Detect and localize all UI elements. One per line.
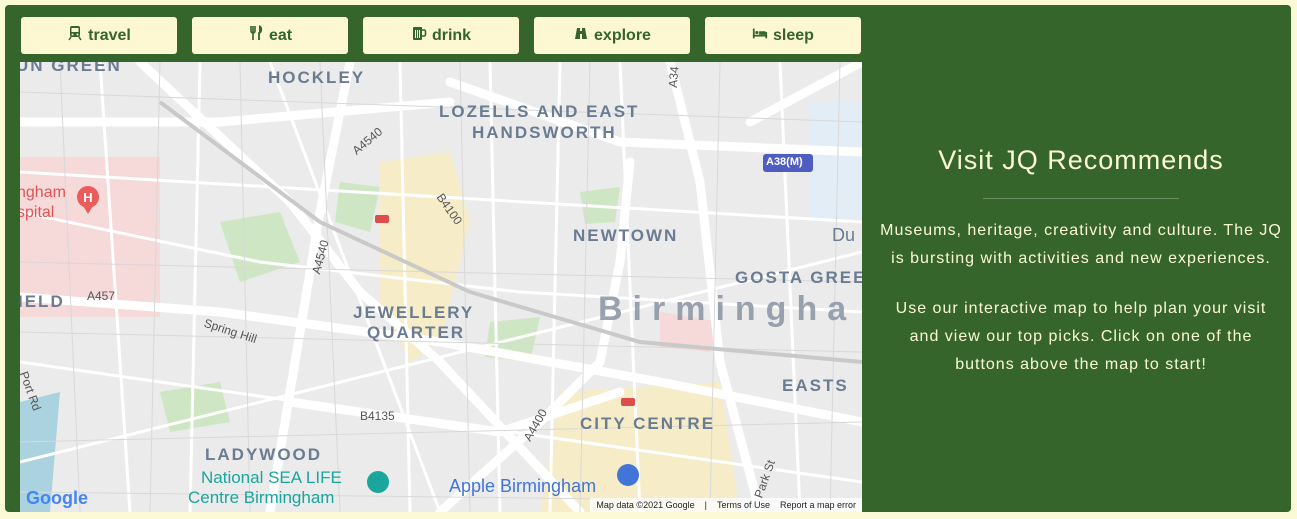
explore-button[interactable]: explore <box>534 17 690 54</box>
section-title: Visit JQ Recommends <box>938 145 1224 175</box>
map-label-birmingham: Birmingha <box>598 290 857 328</box>
map-label-apple: Apple Birmingham <box>449 476 597 496</box>
map-label-sea-life-2: Centre Birmingham <box>188 488 335 507</box>
train-icon <box>67 25 83 46</box>
map-label-hockley: HOCKLEY <box>268 68 366 87</box>
map-label-field: IELD <box>20 292 65 311</box>
report-map-error-link[interactable]: Report a map error <box>780 500 856 510</box>
travel-label: travel <box>88 26 131 44</box>
google-logo-text: Google <box>26 488 88 508</box>
intro-paragraph: Museums, heritage, creativity and cultur… <box>880 222 1282 267</box>
bed-icon <box>752 25 768 46</box>
map-label-a38m: A38(M) <box>766 156 803 168</box>
category-buttons: travel eat drink explore sleep <box>21 17 861 54</box>
cutlery-icon <box>248 25 264 46</box>
title-divider <box>983 198 1179 199</box>
travel-button[interactable]: travel <box>21 17 177 54</box>
recommendations-panel: travel eat drink explore sleep H UN GREE… <box>5 5 1291 512</box>
map-label-city-centre: CITY CENTRE <box>580 414 716 433</box>
map-label-ladywood: LADYWOOD <box>205 445 323 464</box>
mug-icon <box>411 25 427 46</box>
drink-button[interactable]: drink <box>363 17 519 54</box>
map-label-lozells: LOZELLS AND EAST <box>439 102 640 121</box>
map-label-gosta-green: GOSTA GREE <box>735 268 862 287</box>
map-label-handsworth: HANDSWORTH <box>472 123 617 142</box>
binoculars-icon <box>573 25 589 46</box>
drink-label: drink <box>431 26 472 44</box>
interactive-map[interactable]: H UN GREEN HOCKLEY LOZELLS AND EAST HAND… <box>20 62 862 512</box>
eat-label: eat <box>268 26 293 44</box>
sleep-label: sleep <box>773 26 814 44</box>
map-label-a457: A457 <box>87 289 116 303</box>
map-label-hospital: ngham <box>20 184 66 201</box>
map-footer-separator: | <box>704 500 707 510</box>
map-label-jewellery: JEWELLERY <box>353 303 475 322</box>
map-data-attribution: Map data ©2021 Google <box>596 500 695 510</box>
map-label-b4135: B4135 <box>360 409 395 423</box>
google-logo: Google <box>26 488 88 509</box>
map-label-green: UN GREEN <box>20 62 122 75</box>
map-label-sea-life: National SEA LIFE <box>201 468 342 487</box>
svg-text:H: H <box>83 190 92 205</box>
eat-button[interactable]: eat <box>192 17 348 54</box>
map-label-newtown: NEWTOWN <box>573 226 679 245</box>
sleep-button[interactable]: sleep <box>705 17 861 54</box>
map-label-a34: A34 <box>665 65 682 89</box>
map-label-du: Du <box>832 225 856 245</box>
intro-section: Visit JQ Recommends Museums, heritage, c… <box>879 145 1283 401</box>
map-label-quarter: QUARTER <box>367 323 466 342</box>
instructions-paragraph: Use our interactive map to help plan you… <box>895 300 1267 373</box>
map-label-hospital-2: spital <box>20 204 55 221</box>
explore-label: explore <box>594 26 651 44</box>
map-footer: Map data ©2021 Google | Terms of Use Rep… <box>590 498 862 512</box>
terms-of-use-link[interactable]: Terms of Use <box>717 500 770 510</box>
map-label-eastside: EASTS <box>782 376 849 395</box>
